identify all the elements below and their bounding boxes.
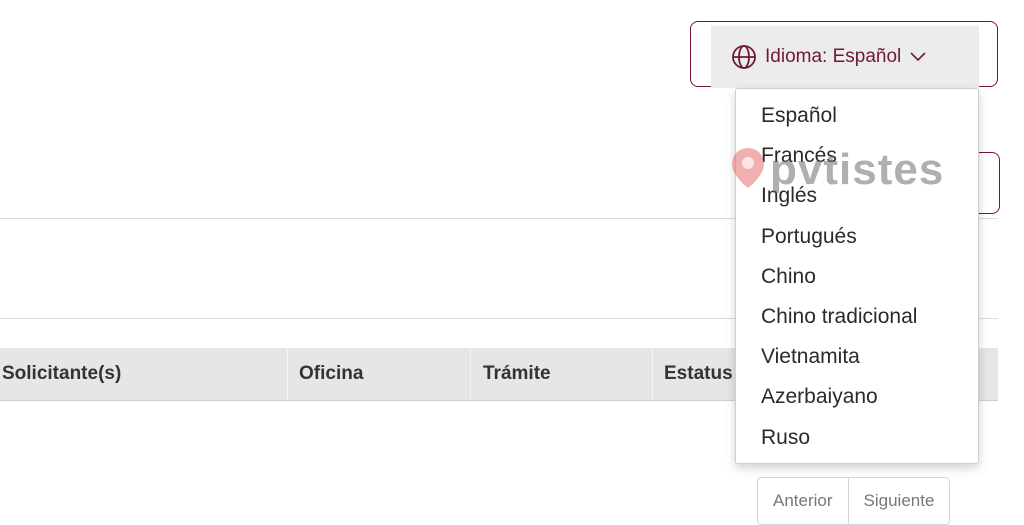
language-dropdown-menu: Español Francés Inglés Portugués Chino C… bbox=[735, 88, 979, 464]
previous-page-button[interactable]: Anterior bbox=[758, 478, 848, 524]
column-separator bbox=[287, 348, 288, 400]
language-option-chino-tradicional[interactable]: Chino tradicional bbox=[736, 297, 978, 337]
language-option-vietnamita[interactable]: Vietnamita bbox=[736, 337, 978, 377]
language-option-ingles[interactable]: Inglés bbox=[736, 176, 978, 216]
column-header-oficina[interactable]: Oficina bbox=[299, 348, 363, 400]
next-page-button[interactable]: Siguiente bbox=[847, 478, 950, 524]
language-option-portugues[interactable]: Portugués bbox=[736, 217, 978, 257]
column-header-solicitante[interactable]: Solicitante(s) bbox=[2, 348, 121, 400]
language-option-ruso[interactable]: Ruso bbox=[736, 418, 978, 458]
column-header-tramite[interactable]: Trámite bbox=[483, 348, 551, 400]
language-selector-button[interactable]: Idioma: Español bbox=[690, 21, 998, 88]
column-header-estatus[interactable]: Estatus bbox=[664, 348, 733, 400]
language-option-espanol[interactable]: Español bbox=[736, 96, 978, 136]
language-option-azerbaiyano[interactable]: Azerbaiyano bbox=[736, 377, 978, 417]
language-selector-label: Idioma: Español bbox=[765, 46, 902, 67]
globe-icon bbox=[731, 44, 757, 70]
column-separator bbox=[470, 348, 471, 400]
column-separator bbox=[652, 348, 653, 400]
language-option-frances[interactable]: Francés bbox=[736, 136, 978, 176]
pagination: Anterior Siguiente bbox=[757, 477, 951, 525]
language-selector-inner[interactable]: Idioma: Español bbox=[711, 26, 979, 88]
chevron-down-icon bbox=[909, 51, 927, 63]
language-option-chino[interactable]: Chino bbox=[736, 257, 978, 297]
